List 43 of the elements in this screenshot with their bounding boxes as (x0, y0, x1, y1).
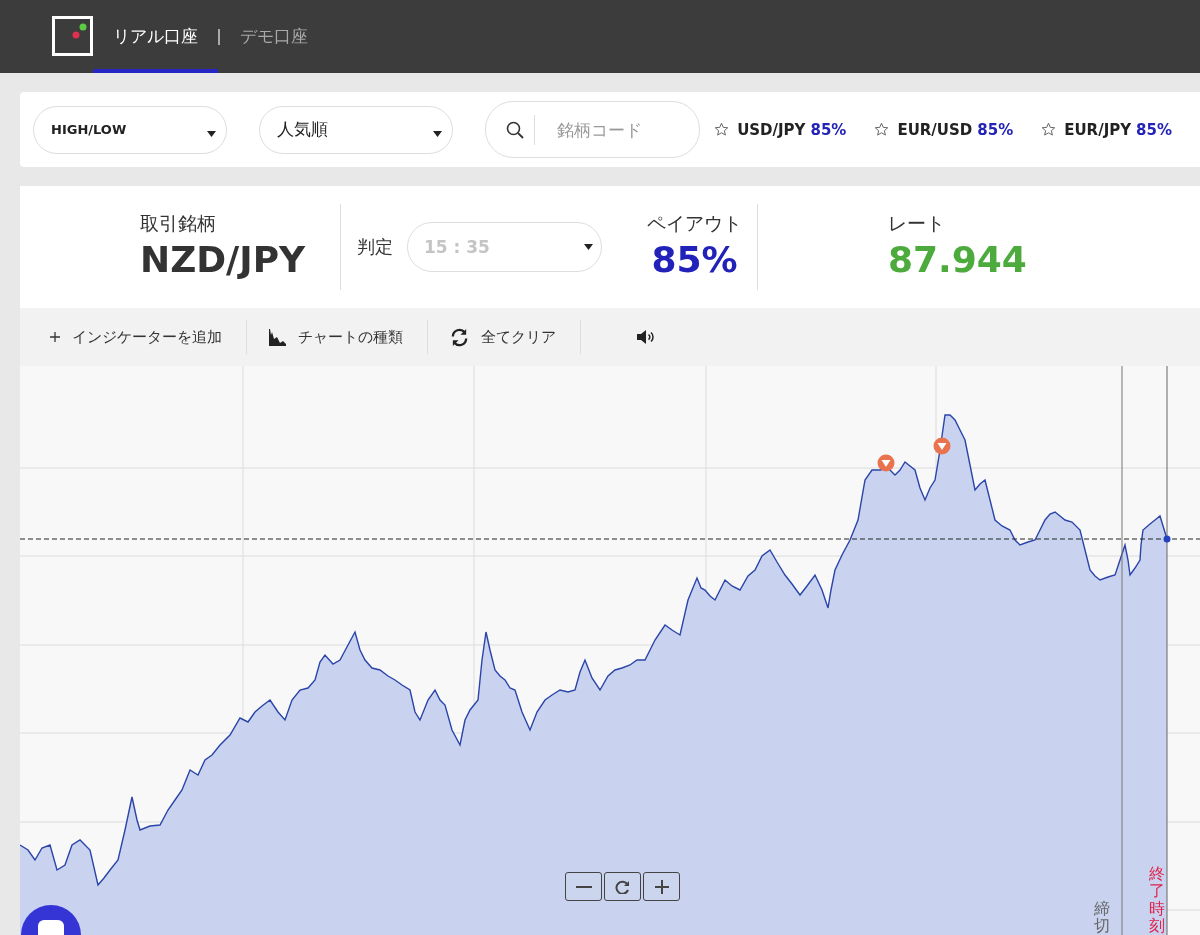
plus-icon (50, 332, 60, 342)
zoom-button[interactable] (565, 872, 602, 901)
zoom-button[interactable] (643, 872, 680, 901)
reset-icon (614, 879, 631, 894)
caret-icon (206, 130, 216, 137)
current-rate-dot (1163, 535, 1171, 543)
account-tab[interactable]: デモ口座 (220, 0, 328, 73)
sell-marker-icon (933, 437, 951, 455)
zoom-out-icon (575, 885, 592, 888)
speaker-icon[interactable] (637, 330, 655, 344)
area-chart-icon (269, 328, 286, 346)
payout-label: ペイアウト (647, 210, 742, 236)
expiry-label: 判定 (357, 235, 393, 259)
toolbar-button[interactable]: 全てクリア (481, 327, 556, 347)
star-icon (714, 122, 730, 137)
refresh-icon (450, 327, 469, 347)
favorite-payout: 85% (810, 120, 847, 139)
rate-value: 87.944 (888, 237, 1027, 282)
favorite-pair[interactable]: EUR/USD (897, 120, 973, 139)
caret-icon (432, 130, 442, 137)
toolbar-button[interactable]: チャートの種類 (298, 327, 403, 347)
caret-icon (584, 244, 593, 250)
search-box[interactable]: 銘柄コード (484, 101, 701, 158)
account-tab[interactable]: リアル口座 (93, 0, 218, 73)
deadline-label: 締切 (1094, 899, 1110, 935)
toolbar-button[interactable]: インジケーターを追加 (72, 327, 222, 347)
symbol-label: 取引銘柄 (140, 210, 216, 236)
symbol-name: NZD/JPY (140, 237, 306, 282)
favorite-pair[interactable]: EUR/JPY (1064, 120, 1132, 139)
rate-label: レート (888, 210, 946, 236)
star-icon (1041, 122, 1057, 137)
favorite-payout: 85% (977, 120, 1014, 139)
end-time-label: 終了時刻 (1149, 864, 1165, 935)
logo-icon (52, 16, 93, 56)
favorite-pair[interactable]: USD/JPY (737, 120, 806, 139)
zoom-in-icon (653, 879, 670, 894)
sell-marker-icon (877, 454, 895, 472)
payout-value: 85% (651, 237, 738, 282)
search-icon (505, 120, 524, 139)
search-field[interactable]: 銘柄コード (533, 114, 699, 145)
star-icon (874, 122, 890, 137)
favorite-payout: 85% (1136, 120, 1172, 139)
zoom-button[interactable] (604, 872, 641, 901)
